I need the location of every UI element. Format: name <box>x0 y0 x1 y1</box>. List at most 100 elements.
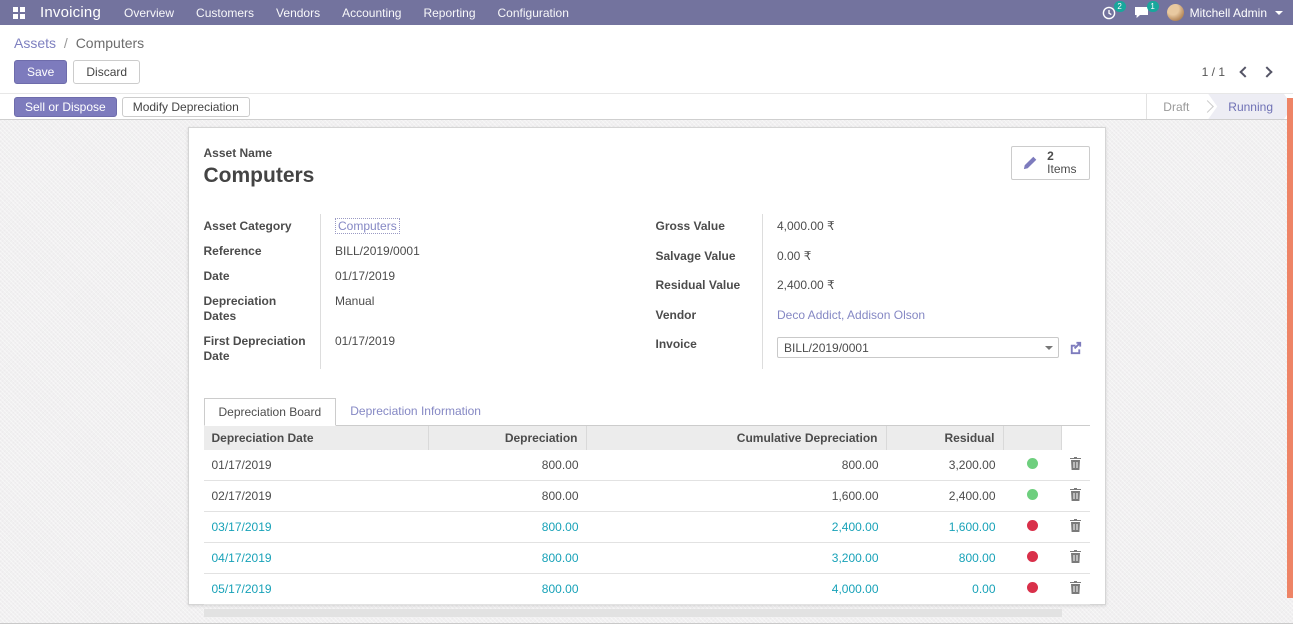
menu-accounting[interactable]: Accounting <box>333 2 410 24</box>
cell-depreciation[interactable]: 800.00 <box>429 489 587 503</box>
main-menu: Overview Customers Vendors Accounting Re… <box>115 2 578 24</box>
trash-icon <box>1070 488 1081 501</box>
page-title[interactable]: Computers <box>204 164 315 188</box>
depreciation-dates-field[interactable]: Manual <box>321 289 638 329</box>
reference-field[interactable]: BILL/2019/0001 <box>321 239 638 264</box>
column-residual[interactable]: Residual <box>887 426 1004 450</box>
menu-vendors[interactable]: Vendors <box>267 2 329 24</box>
cell-depreciation[interactable]: 800.00 <box>429 551 587 565</box>
side-highlight-strip <box>1287 98 1293 598</box>
salvage-value-field[interactable]: 0.00 ₹ <box>763 244 1090 274</box>
column-cumulative-depreciation[interactable]: Cumulative Depreciation <box>587 426 887 450</box>
cell-date[interactable]: 02/17/2019 <box>204 489 429 503</box>
delete-row-button[interactable] <box>1062 457 1090 473</box>
status-draft[interactable]: Draft <box>1147 94 1205 119</box>
cell-cumulative[interactable]: 800.00 <box>587 458 887 472</box>
discard-button[interactable]: Discard <box>73 60 140 84</box>
right-field-group: Gross Value 4,000.00 ₹ Salvage Value 0.0… <box>656 214 1090 369</box>
table-row[interactable]: 03/17/2019 800.00 2,400.00 1,600.00 <box>204 512 1090 543</box>
pager-counter: 1 / 1 <box>1202 65 1225 79</box>
cell-residual[interactable]: 800.00 <box>887 551 1004 565</box>
menu-reporting[interactable]: Reporting <box>414 2 484 24</box>
column-depreciation-date[interactable]: Depreciation Date <box>204 426 429 450</box>
sell-or-dispose-button[interactable]: Sell or Dispose <box>14 97 117 117</box>
tab-depreciation-information[interactable]: Depreciation Information <box>336 398 495 426</box>
cell-date[interactable]: 05/17/2019 <box>204 582 429 596</box>
status-pipeline: Draft Running <box>1146 94 1293 119</box>
external-link-icon[interactable] <box>1068 340 1083 355</box>
user-name: Mitchell Admin <box>1190 6 1267 20</box>
activities-button[interactable]: 2 <box>1102 6 1116 20</box>
first-depreciation-date-field[interactable]: 01/17/2019 <box>321 329 638 369</box>
cell-residual[interactable]: 0.00 <box>887 582 1004 596</box>
invoice-combobox[interactable] <box>777 337 1059 358</box>
status-running[interactable]: Running <box>1208 94 1293 119</box>
cell-cumulative[interactable]: 3,200.00 <box>587 551 887 565</box>
pager-next-icon[interactable] <box>1261 66 1272 77</box>
breadcrumb-separator: / <box>64 35 68 51</box>
cell-residual[interactable]: 3,200.00 <box>887 458 1004 472</box>
column-status <box>1004 426 1062 450</box>
cell-cumulative[interactable]: 1,600.00 <box>587 489 887 503</box>
user-menu[interactable]: Mitchell Admin <box>1167 4 1283 21</box>
trash-icon <box>1070 519 1081 532</box>
delete-row-button[interactable] <box>1062 550 1090 566</box>
date-label: Date <box>204 264 321 289</box>
depreciation-table: Depreciation Date Depreciation Cumulativ… <box>204 426 1090 617</box>
modify-depreciation-button[interactable]: Modify Depreciation <box>122 97 250 117</box>
items-label: Items <box>1047 163 1076 176</box>
delete-row-button[interactable] <box>1062 519 1090 535</box>
save-button[interactable]: Save <box>14 60 67 84</box>
statusbar: Sell or Dispose Modify Depreciation Draf… <box>0 93 1293 120</box>
pencil-icon <box>1022 155 1038 171</box>
cell-date[interactable]: 04/17/2019 <box>204 551 429 565</box>
date-field[interactable]: 01/17/2019 <box>321 264 638 289</box>
menu-overview[interactable]: Overview <box>115 2 183 24</box>
trash-icon <box>1070 550 1081 563</box>
cell-depreciation[interactable]: 800.00 <box>429 582 587 596</box>
messages-button[interactable]: 1 <box>1134 6 1149 19</box>
app-title[interactable]: Invoicing <box>40 4 101 21</box>
unposted-status-dot <box>1027 551 1038 562</box>
reference-label: Reference <box>204 239 321 264</box>
column-depreciation[interactable]: Depreciation <box>429 426 587 450</box>
cell-date[interactable]: 03/17/2019 <box>204 520 429 534</box>
vendor-field[interactable]: Deco Addict, Addison Olson <box>777 308 925 322</box>
cell-residual[interactable]: 2,400.00 <box>887 489 1004 503</box>
cell-depreciation[interactable]: 800.00 <box>429 520 587 534</box>
gross-value-label: Gross Value <box>656 214 763 244</box>
cell-cumulative[interactable]: 4,000.00 <box>587 582 887 596</box>
breadcrumb: Assets / Computers <box>14 35 1279 51</box>
table-row[interactable]: 01/17/2019 800.00 800.00 3,200.00 <box>204 450 1090 481</box>
trash-icon <box>1070 457 1081 470</box>
menu-customers[interactable]: Customers <box>187 2 263 24</box>
tab-depreciation-board[interactable]: Depreciation Board <box>204 398 337 426</box>
column-actions <box>1062 426 1090 450</box>
apps-grid-icon[interactable] <box>8 4 30 22</box>
table-footer-strip <box>204 609 1062 617</box>
unposted-status-dot <box>1027 520 1038 531</box>
delete-row-button[interactable] <box>1062 581 1090 597</box>
top-navbar: Invoicing Overview Customers Vendors Acc… <box>0 0 1293 25</box>
user-avatar <box>1167 4 1184 21</box>
trash-icon <box>1070 581 1081 594</box>
cell-depreciation[interactable]: 800.00 <box>429 458 587 472</box>
items-stat-button[interactable]: 2 Items <box>1011 146 1089 180</box>
cell-residual[interactable]: 1,600.00 <box>887 520 1004 534</box>
table-row[interactable]: 04/17/2019 800.00 3,200.00 800.00 <box>204 543 1090 574</box>
activity-count-badge: 2 <box>1114 1 1126 12</box>
pager-previous-icon[interactable] <box>1239 66 1250 77</box>
asset-category-field[interactable]: Computers <box>335 218 400 234</box>
residual-value-field[interactable]: 2,400.00 ₹ <box>763 273 1090 303</box>
delete-row-button[interactable] <box>1062 488 1090 504</box>
breadcrumb-assets[interactable]: Assets <box>14 35 56 51</box>
gross-value-field[interactable]: 4,000.00 ₹ <box>763 214 1090 244</box>
control-panel: Assets / Computers Save Discard 1 / 1 <box>0 25 1293 93</box>
breadcrumb-current: Computers <box>76 35 144 51</box>
table-row[interactable]: 02/17/2019 800.00 1,600.00 2,400.00 <box>204 481 1090 512</box>
table-header: Depreciation Date Depreciation Cumulativ… <box>204 426 1090 450</box>
cell-cumulative[interactable]: 2,400.00 <box>587 520 887 534</box>
cell-date[interactable]: 01/17/2019 <box>204 458 429 472</box>
menu-configuration[interactable]: Configuration <box>489 2 578 24</box>
table-row[interactable]: 05/17/2019 800.00 4,000.00 0.00 <box>204 574 1090 605</box>
